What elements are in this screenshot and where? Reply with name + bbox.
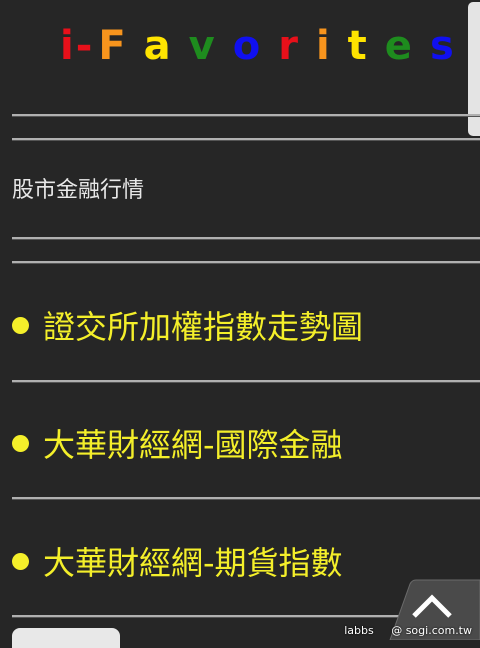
app-logo: i - F a v o r i t e s: [60, 18, 454, 74]
logo-letter: i: [60, 23, 74, 69]
link-label[interactable]: 大華財經網-國際金融: [43, 420, 343, 466]
divider: [12, 138, 480, 141]
link-label[interactable]: 證交所加權指數走勢圖: [43, 302, 363, 348]
logo-letter: o: [232, 23, 261, 69]
logo-letter: s: [429, 23, 454, 69]
watermark: labbs @ sogi.com.tw: [344, 624, 472, 637]
divider: [12, 237, 480, 240]
logo-letter: F: [98, 23, 126, 69]
bullet-icon: [12, 434, 29, 452]
logo-letter: i: [315, 23, 330, 69]
list-item-link[interactable]: 證交所加權指數走勢圖: [12, 302, 363, 348]
footer-tab[interactable]: [12, 628, 120, 648]
logo-letter: t: [347, 23, 367, 69]
list-item-link[interactable]: 大華財經網-期貨指數: [12, 538, 343, 584]
list-item-link[interactable]: 大華財經網-國際金融: [12, 420, 343, 466]
bullet-icon: [12, 316, 29, 334]
section-title: 股市金融行情: [12, 178, 145, 203]
logo-letter: e: [384, 23, 412, 69]
divider: [12, 497, 480, 500]
watermark-right: @ sogi.com.tw: [391, 624, 472, 637]
logo-letter: -: [75, 23, 93, 69]
watermark-left: labbs: [344, 624, 374, 637]
bullet-icon: [12, 552, 29, 570]
link-label[interactable]: 大華財經網-期貨指數: [43, 538, 343, 584]
divider: [12, 380, 480, 383]
logo-letter: a: [143, 23, 171, 69]
logo-letter: v: [188, 23, 215, 69]
logo-letter: r: [278, 23, 298, 69]
divider: [12, 114, 480, 117]
divider: [12, 261, 480, 264]
